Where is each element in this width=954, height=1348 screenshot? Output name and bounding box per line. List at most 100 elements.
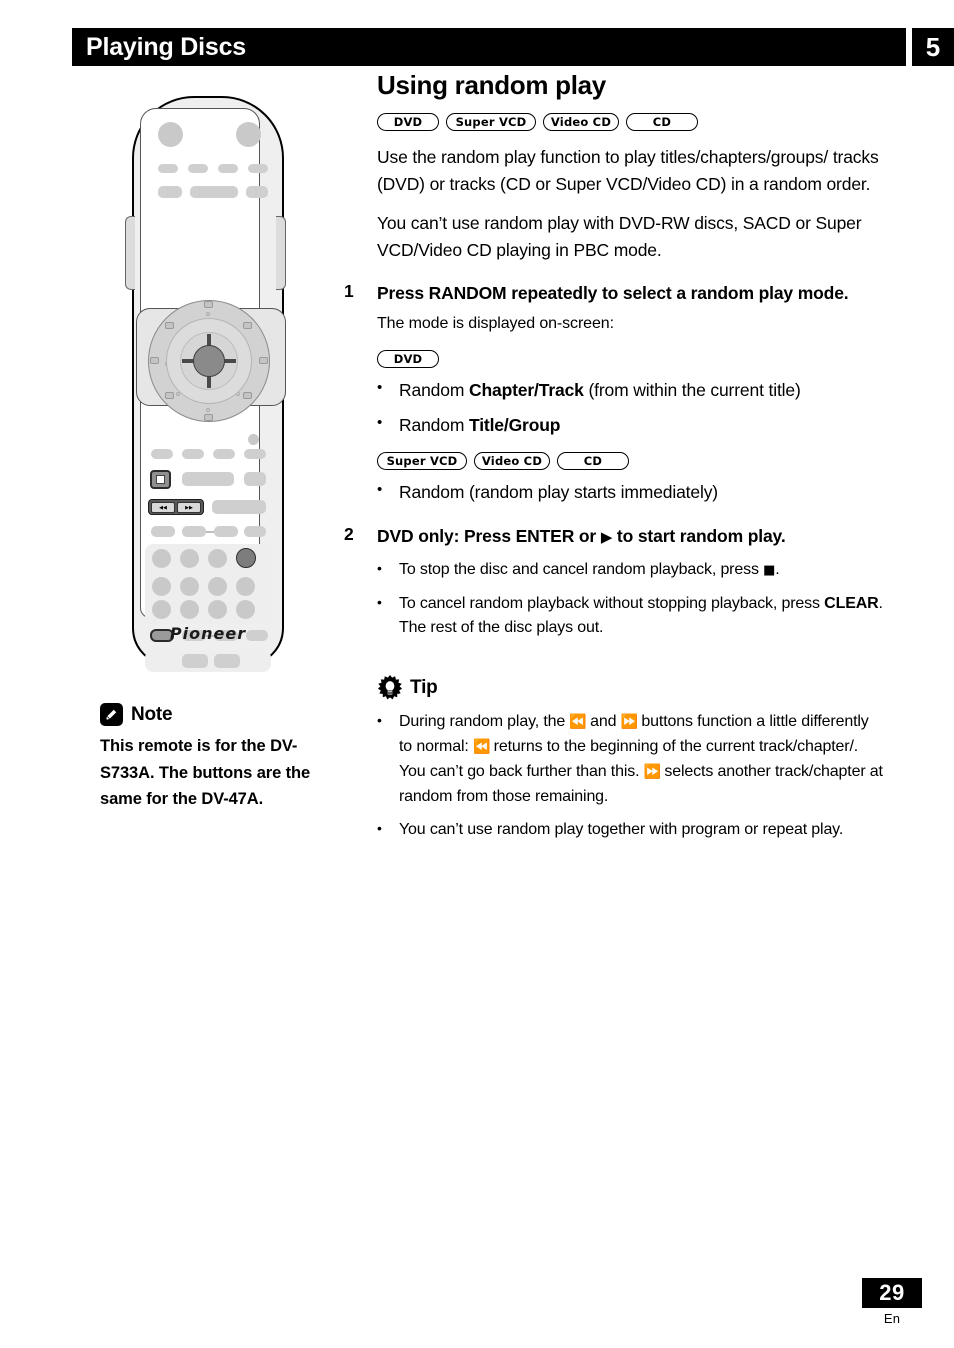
remote-button — [151, 449, 173, 459]
list-item: • To cancel random playback without stop… — [377, 592, 884, 642]
list-item: • You can’t use random play together wit… — [377, 818, 884, 843]
list-item: • Random Chapter/Track (from within the … — [377, 377, 884, 403]
step-1-badges-dvd: DVD — [377, 349, 884, 368]
note-title: Note — [131, 703, 173, 725]
bullet-text-post: . — [775, 560, 780, 578]
remote-side-nub-left — [125, 216, 135, 290]
bullet-text-bold: Chapter/Track — [468, 379, 584, 400]
badge-video-cd: Video CD — [474, 452, 550, 471]
lightbulb-icon — [377, 675, 403, 700]
remote-button-wide — [212, 500, 266, 514]
bullet-text-plain: Random — [399, 415, 469, 435]
bullet-dot: • — [377, 414, 383, 431]
jog-dot — [206, 408, 210, 412]
badge-super-vcd: Super VCD — [446, 113, 536, 131]
step-1-number: 1 — [344, 281, 354, 302]
bullet-text: To stop the disc and cancel random playb… — [399, 558, 884, 583]
note-header: Note — [100, 703, 332, 726]
badge-video-cd: Video CD — [543, 113, 619, 131]
remote-button — [218, 164, 238, 173]
badge-cd: CD — [557, 452, 629, 471]
bullet-dot: • — [377, 378, 383, 396]
step-1-heading: Press RANDOM repeatedly to select a rand… — [377, 283, 849, 304]
list-item: • Random Title/Group — [377, 412, 884, 438]
bullet-text: During random play, the ⏪ and ⏩ buttons … — [399, 710, 884, 809]
page-title: Playing Discs — [86, 32, 246, 61]
intro-paragraph-2: You can’t use random play with DVD-RW di… — [377, 213, 862, 260]
remote-button — [151, 526, 175, 537]
remote-button — [214, 526, 238, 537]
step-1-content: Press RANDOM repeatedly to select a rand… — [377, 281, 884, 505]
skip-forward-icon: ⏩ — [643, 763, 661, 780]
list-item: • To stop the disc and cancel random pla… — [377, 558, 884, 583]
step-1-bullets-cd: • Random (random play starts immediately… — [377, 479, 884, 505]
note-block: Note This remote is for the DV-S733A. Th… — [100, 703, 332, 813]
skip-forward-icon: ⏩ — [620, 714, 638, 731]
step-1-subtext: The mode is displayed on-screen: — [377, 314, 614, 332]
bullet-text: Random Chapter/Track (from within the cu… — [399, 377, 884, 403]
bullet-dot: • — [377, 559, 382, 576]
button-connector — [206, 531, 214, 533]
jog-notch — [204, 301, 213, 308]
remote-button — [188, 164, 208, 173]
skip-back-icon: ⏪ — [569, 714, 586, 731]
step-2-number: 2 — [344, 523, 354, 544]
badge-dvd: DVD — [377, 113, 439, 131]
skip-back-icon: ⏪ — [472, 739, 490, 756]
bullet-text-bold: CLEAR — [824, 594, 879, 612]
jog-notch — [165, 392, 174, 399]
stop-square-icon: ■ — [763, 562, 776, 578]
note-body: This remote is for the DV-S733A. The but… — [100, 737, 311, 809]
step-2: 2 DVD only: Press ENTER or ▶ to start ra… — [344, 524, 884, 642]
remote-button — [214, 654, 240, 668]
step-2-content: DVD only: Press ENTER or ▶ to start rand… — [377, 524, 884, 642]
keypad-button — [236, 577, 255, 596]
step-2-bullets: • To stop the disc and cancel random pla… — [377, 558, 884, 641]
play-triangle-icon: ▶ — [600, 527, 613, 546]
bullet-dot: • — [377, 593, 382, 610]
jog-notch — [204, 414, 213, 421]
chapter-number: 5 — [912, 28, 954, 66]
keypad-button — [208, 577, 227, 596]
badge-cd: CD — [626, 113, 698, 131]
jog-notch — [150, 357, 159, 364]
keypad-button — [208, 600, 227, 619]
bullet-text-plain: Random — [399, 379, 469, 400]
remote-power-button — [158, 122, 183, 147]
step-2-heading-post: to start random play. — [612, 525, 786, 546]
language-code: En — [883, 1311, 901, 1326]
main-content: Using random play DVD Super VCD Video CD… — [344, 70, 884, 843]
pencil-glyph — [105, 709, 117, 721]
bullet-dot: • — [377, 712, 382, 729]
jog-dot — [206, 312, 210, 316]
tip-block: Tip • During random play, the ⏪ and ⏩ bu… — [377, 675, 884, 843]
pioneer-logo: Pioneer — [169, 624, 247, 643]
keypad-button — [180, 577, 199, 596]
tip-text-2: and — [585, 713, 621, 731]
tip-header: Tip — [377, 675, 884, 701]
bullet-dot: • — [377, 820, 382, 837]
list-item: • During random play, the ⏪ and ⏩ button… — [377, 710, 884, 809]
keypad-button — [180, 549, 199, 568]
remote-button — [213, 449, 235, 459]
step-1-bullets-dvd: • Random Chapter/Track (from within the … — [377, 377, 884, 439]
remote-button-wide — [190, 186, 238, 198]
remote-button — [248, 164, 268, 173]
remote-button — [244, 472, 266, 486]
bullet-text: To cancel random playback without stoppi… — [399, 592, 884, 642]
remote-button — [182, 449, 204, 459]
step-1-badges-cd: Super VCD Video CD CD — [377, 452, 884, 471]
keypad-button — [236, 600, 255, 619]
bullet-text: You can’t use random play together with … — [399, 821, 844, 839]
page-number: 29 — [862, 1278, 922, 1308]
remote-small-round-button — [248, 434, 259, 445]
bullet-text: Random Title/Group — [399, 412, 884, 438]
keypad-button — [208, 549, 227, 568]
jog-notch — [243, 392, 252, 399]
tip-bullets: • During random play, the ⏪ and ⏩ button… — [377, 710, 884, 843]
tip-title: Tip — [410, 677, 438, 699]
disc-type-badges: DVD Super VCD Video CD CD — [377, 113, 884, 131]
remote-button — [182, 654, 208, 668]
remote-button — [158, 186, 182, 198]
keypad-button — [152, 577, 171, 596]
